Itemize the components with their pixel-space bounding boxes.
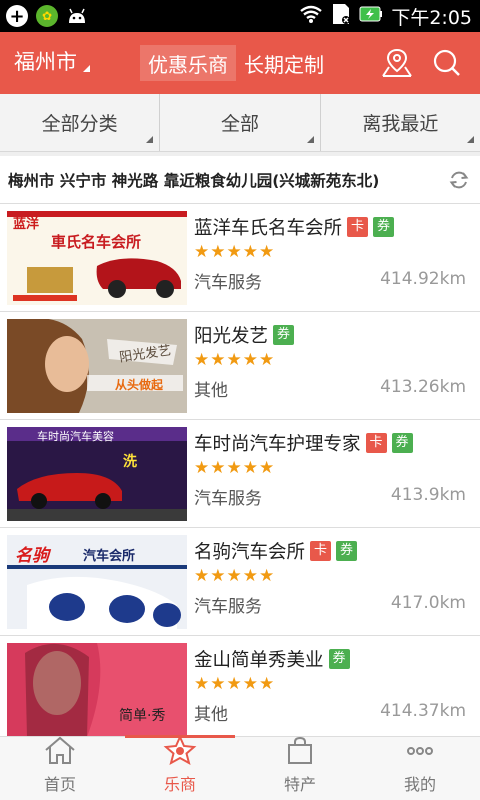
merchant-name: 金山简单秀美业 — [194, 650, 324, 671]
search-icon[interactable] — [430, 46, 464, 80]
coupon-badge: 券 — [273, 325, 295, 345]
rating-stars: ★★★★★ — [194, 242, 276, 262]
dropdown-corner-icon — [466, 136, 474, 143]
map-pin-icon[interactable] — [380, 46, 414, 80]
clover-icon: ✿ — [36, 5, 58, 27]
rating-stars: ★★★★★ — [194, 674, 276, 694]
merchant-category: 其他 — [194, 381, 228, 401]
merchant-distance: 417.0km — [390, 593, 466, 613]
merchant-name: 车时尚汽车护理专家 — [194, 434, 361, 455]
sd-card-icon — [331, 3, 351, 30]
add-circle-icon: + — [6, 5, 28, 27]
star-badge-icon — [163, 734, 197, 771]
dropdown-corner-icon — [306, 136, 314, 143]
thumb-brand: 名驹 — [15, 546, 49, 566]
nav-specialty-label: 特产 — [283, 775, 316, 794]
filter-sort[interactable]: 离我最近 — [321, 94, 480, 151]
nav-merchants[interactable]: 乐商 — [120, 734, 240, 800]
dropdown-corner-icon — [146, 136, 154, 143]
nav-home[interactable]: 首页 — [0, 735, 120, 800]
card-badge: 卡 — [365, 433, 387, 453]
bottom-navigation: 首页 乐商 特产 我的 — [0, 734, 480, 800]
merchant-thumbnail: 车时尚汽车美容 洗 — [7, 427, 187, 521]
filter-category[interactable]: 全部分类 — [0, 94, 161, 151]
location-text: 梅州市 兴宁市 神光路 靠近粮食幼儿园(兴城新苑东北) — [8, 171, 380, 190]
tab-discount-merchants[interactable]: 优惠乐商 — [140, 45, 236, 81]
card-badge: 卡 — [347, 217, 369, 237]
merchant-category: 汽车服务 — [194, 489, 262, 509]
thumb-title: 車氏名车会所 — [51, 233, 142, 251]
thumb-brand: 洗 — [123, 454, 137, 470]
filter-area[interactable]: 全部 — [160, 94, 321, 151]
city-label: 福州市 — [14, 50, 77, 74]
merchant-category: 其他 — [194, 705, 228, 725]
more-dots-icon — [403, 735, 437, 771]
filter-sort-label: 离我最近 — [362, 113, 439, 135]
tab-long-term-custom[interactable]: 长期定制 — [236, 45, 332, 81]
merchant-item[interactable]: 车时尚汽车美容 洗 车时尚汽车护理专家 卡 券 ★★★★★ 汽车服务 413.9… — [0, 420, 480, 528]
thumb-brand: 蓝洋 — [13, 217, 40, 232]
merchant-category: 汽车服务 — [194, 597, 262, 617]
merchant-distance: 413.26km — [380, 377, 466, 397]
header-tabs: 优惠乐商 长期定制 — [140, 45, 332, 81]
filter-bar: 全部分类 全部 离我最近 — [0, 94, 480, 152]
coupon-badge: 券 — [336, 541, 358, 561]
merchant-item[interactable]: 简单·秀 金山简单秀美业 券 ★★★★★ 其他 414.37km — [0, 636, 480, 744]
nav-merchants-label: 乐商 — [163, 775, 196, 794]
merchant-name: 阳光发艺 — [194, 326, 269, 347]
filter-category-label: 全部分类 — [41, 113, 118, 135]
refresh-icon[interactable] — [448, 169, 470, 196]
merchant-item[interactable]: 蓝洋 車氏名车会所 蓝洋车氏名车会所 卡 券 ★★★★★ 汽车服务 414.92… — [0, 204, 480, 312]
merchant-thumbnail: 阳光发艺 从头做起 — [7, 319, 187, 413]
status-bar: + ✿ 下午2:05 — [0, 0, 480, 32]
nav-specialty[interactable]: 特产 — [240, 735, 360, 800]
current-location-bar: 梅州市 兴宁市 神光路 靠近粮食幼儿园(兴城新苑东北) — [0, 156, 480, 204]
merchant-distance: 414.92km — [380, 269, 466, 289]
wifi-icon — [299, 5, 323, 28]
merchant-list: 蓝洋 車氏名车会所 蓝洋车氏名车会所 卡 券 ★★★★★ 汽车服务 414.92… — [0, 204, 480, 744]
merchant-name: 蓝洋车氏名车会所 — [194, 218, 343, 239]
merchant-category: 汽车服务 — [194, 273, 262, 293]
thumb-title: 车时尚汽车美容 — [37, 430, 114, 443]
merchant-name: 名驹汽车会所 — [194, 542, 306, 563]
merchant-distance: 414.37km — [380, 701, 466, 721]
merchant-item[interactable]: 阳光发艺 从头做起 阳光发艺 券 ★★★★★ 其他 413.26km — [0, 312, 480, 420]
coupon-badge: 券 — [328, 649, 350, 669]
rating-stars: ★★★★★ — [194, 350, 276, 370]
merchant-thumbnail: 名驹 汽车会所 — [7, 535, 187, 629]
battery-charging-icon — [359, 5, 383, 27]
rating-stars: ★★★★★ — [194, 458, 276, 478]
thumb-title: 汽车会所 — [83, 549, 136, 564]
nav-home-label: 首页 — [43, 775, 76, 794]
coupon-badge: 券 — [391, 433, 413, 453]
dropdown-corner-icon — [83, 64, 90, 72]
coupon-badge: 券 — [373, 217, 395, 237]
thumb-title: 简单·秀 — [119, 708, 166, 724]
merchant-distance: 413.9km — [390, 485, 466, 505]
clock: 下午2:05 — [391, 6, 472, 29]
filter-area-label: 全部 — [220, 113, 259, 135]
top-header: 福州市 优惠乐商 长期定制 — [0, 32, 480, 94]
merchant-thumbnail: 简单·秀 — [7, 643, 187, 737]
merchant-item[interactable]: 名驹 汽车会所 名驹汽车会所 卡 券 ★★★★★ 汽车服务 417.0km — [0, 528, 480, 636]
card-badge: 卡 — [310, 541, 332, 561]
merchant-thumbnail: 蓝洋 車氏名车会所 — [7, 211, 187, 305]
nav-mine[interactable]: 我的 — [360, 737, 480, 800]
nav-mine-label: 我的 — [403, 775, 436, 794]
thumb-brand: 从头做起 — [115, 378, 164, 392]
shopping-bag-icon — [283, 735, 317, 771]
rating-stars: ★★★★★ — [194, 566, 276, 586]
android-icon — [66, 5, 88, 27]
city-selector[interactable]: 福州市 — [14, 46, 90, 76]
home-icon — [43, 735, 77, 771]
